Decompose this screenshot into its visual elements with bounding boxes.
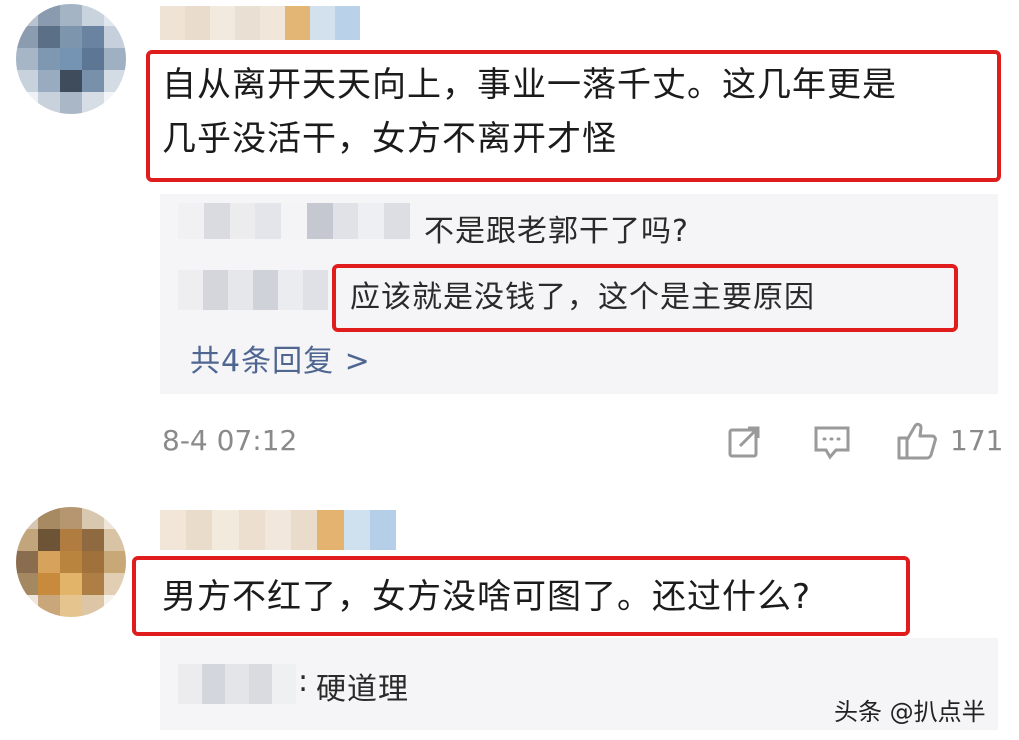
reply-colon: : — [298, 664, 310, 699]
share-icon[interactable] — [726, 424, 762, 460]
reply-username-blurred[interactable] — [178, 664, 296, 704]
comment-icon[interactable] — [812, 424, 852, 462]
watermark: 头条 @扒点半 — [834, 698, 986, 726]
comment-text-line: 几乎没活干，女方不离开才怪 — [162, 119, 617, 159]
more-replies-link[interactable]: 共4条回复 > — [190, 336, 371, 380]
like-count: 171 — [950, 424, 1004, 457]
comment-text-line: 自从离开天天向上，事业一落千丈。这几年更是 — [162, 65, 897, 105]
comment-text-line: 男方不红了，女方没啥可图了。还过什么? — [162, 577, 812, 617]
reply-text: 硬道理 — [316, 672, 409, 707]
timestamp: 8-4 07:12 — [162, 424, 298, 457]
username-blurred[interactable] — [160, 510, 396, 550]
username-blurred[interactable] — [160, 6, 360, 40]
reply-username-blurred[interactable] — [178, 270, 328, 310]
avatar[interactable] — [16, 4, 126, 114]
thumbs-up-icon[interactable] — [896, 420, 940, 462]
reply-username-blurred[interactable] — [178, 203, 410, 239]
reply-text: 不是跟老郭干了吗? — [424, 214, 689, 249]
reply-text: 应该就是没钱了，这个是主要原因 — [350, 280, 815, 315]
avatar[interactable] — [16, 507, 126, 617]
